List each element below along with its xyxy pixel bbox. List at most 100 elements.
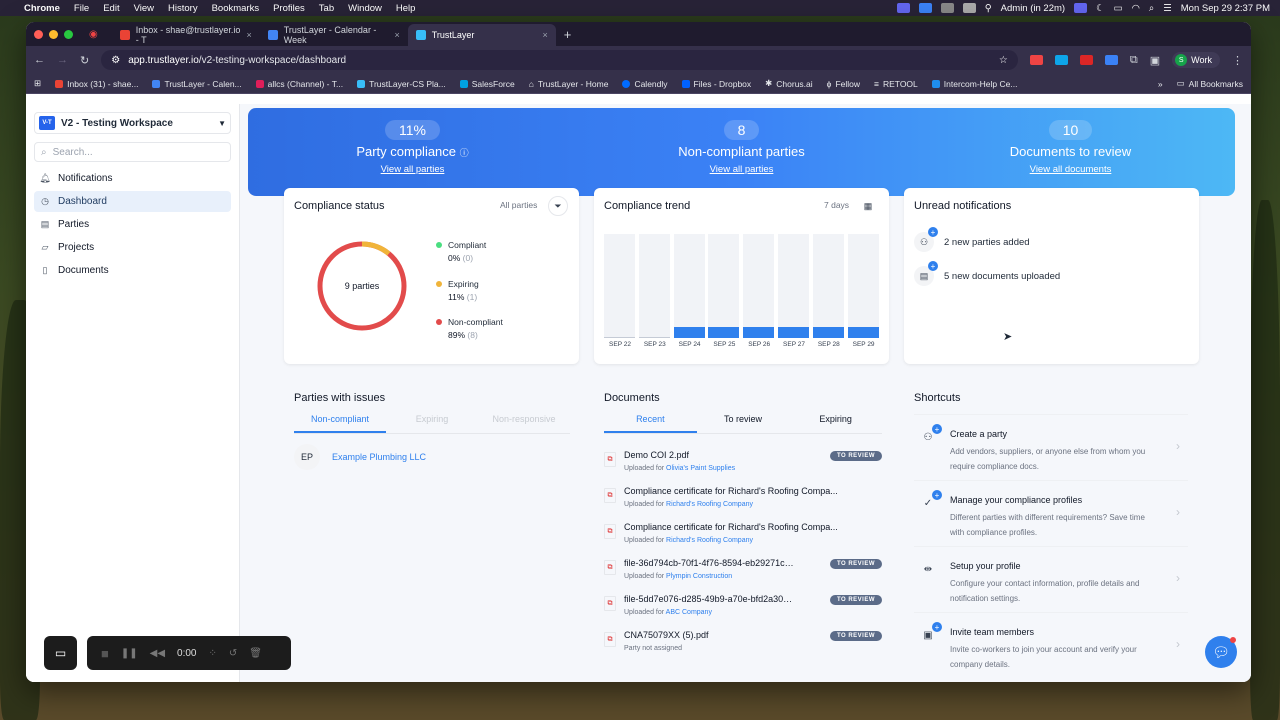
extensions-puzzle-icon[interactable]: ⧉ (1130, 54, 1138, 67)
bookmark-item[interactable]: ⌂ TrustLayer - Home (529, 79, 609, 89)
maximize-window-button[interactable] (64, 29, 73, 39)
close-window-button[interactable] (34, 29, 43, 39)
document-row[interactable]: ⧉ file-5dd7e076-d285-49b9-a70e-bfd2a30d6… (604, 594, 882, 630)
bookmark-item[interactable]: SalesForce (459, 79, 515, 89)
pause-icon[interactable]: ❚❚ (121, 648, 138, 659)
menu-history[interactable]: History (168, 3, 198, 14)
admin-status-icon[interactable]: ⚲ (985, 3, 992, 14)
menu-bookmarks[interactable]: Bookmarks (212, 3, 260, 14)
document-row[interactable]: ⧉ Compliance certificate for Richard's R… (604, 522, 882, 558)
sidepanel-icon[interactable]: ▣ (1150, 54, 1160, 67)
trend-bar[interactable] (604, 337, 635, 338)
menu-tab[interactable]: Tab (319, 3, 334, 14)
trend-bar[interactable] (673, 326, 705, 338)
menu-view[interactable]: View (134, 3, 154, 14)
view-all-parties-link[interactable]: View all parties (248, 164, 577, 175)
menu-file[interactable]: File (74, 3, 89, 14)
site-info-icon[interactable]: ⚙ (111, 55, 120, 66)
tab-gmail[interactable]: Inbox - shae@trustlayer.io - T × (112, 24, 260, 46)
extension-icon[interactable] (1054, 55, 1068, 65)
document-party-link[interactable]: ABC Company (666, 609, 712, 616)
close-icon[interactable]: × (246, 30, 251, 40)
trend-bar[interactable] (778, 326, 809, 338)
close-icon[interactable]: × (542, 30, 547, 40)
minimize-window-button[interactable] (49, 29, 58, 39)
restart-icon[interactable]: ↺ (229, 648, 237, 659)
bookmark-item[interactable]: allcs (Channel) - T... (255, 79, 343, 89)
trash-icon[interactable]: 🗑︎ (249, 648, 262, 659)
search-icon[interactable]: ⌕ (1149, 3, 1154, 14)
stop-icon[interactable]: ■ (101, 646, 109, 661)
trend-bar[interactable] (743, 326, 775, 338)
menubar-app-name[interactable]: Chrome (24, 3, 60, 14)
trend-bar[interactable] (708, 326, 740, 338)
reload-icon[interactable]: ↻ (80, 54, 89, 67)
screen-share-icon[interactable] (896, 3, 910, 13)
tab-non-compliant[interactable]: Non-compliant (294, 414, 386, 433)
bookmark-star-icon[interactable]: ☆ (999, 55, 1008, 66)
control-center-icon[interactable]: ☰ (1163, 3, 1172, 14)
tab-non-responsive[interactable]: Non-responsive (478, 414, 570, 433)
document-party-link[interactable]: Richard's Roofing Company (666, 501, 753, 508)
view-all-parties-link[interactable]: View all parties (577, 164, 906, 175)
moon-icon[interactable]: ☾ (1096, 3, 1105, 14)
trend-bar[interactable] (638, 337, 670, 338)
status-icon[interactable] (940, 3, 954, 13)
bookmark-item[interactable]: ϕ Fellow (827, 79, 860, 89)
apps-grid-icon[interactable]: ⊞ (34, 78, 41, 89)
profile-button[interactable]: S Work (1172, 52, 1220, 68)
sidebar-item-documents[interactable]: ▯ Documents (34, 260, 231, 281)
more-bookmarks-icon[interactable]: » (1158, 79, 1163, 89)
window-icon[interactable] (1074, 3, 1088, 13)
notification-item[interactable]: ⚇ + 2 new parties added (914, 227, 1030, 252)
sidebar-item-dashboard[interactable]: ◷ Dashboard (34, 191, 231, 212)
bookmark-item[interactable]: TrustLayer-CS Pla... (357, 79, 446, 89)
close-icon[interactable]: × (394, 30, 399, 40)
chat-launcher-button[interactable]: 💬︎ (1205, 636, 1237, 668)
grid-icon[interactable]: ⁘ (208, 648, 216, 659)
forward-icon[interactable]: → (57, 54, 68, 66)
document-party-link[interactable]: Olivia's Paint Supplies (666, 465, 735, 472)
sidebar-item-notifications[interactable]: 🔔︎ Notifications (34, 168, 231, 189)
document-party-link[interactable]: Richard's Roofing Company (666, 537, 753, 544)
back-icon[interactable]: ← (34, 54, 45, 66)
tab-expiring[interactable]: Expiring (386, 414, 478, 433)
document-row[interactable]: ⧉ CNA75079XX (5).pdf Party not assigned … (604, 630, 882, 666)
new-tab-icon[interactable]: + (564, 27, 572, 42)
trend-bar[interactable] (812, 326, 844, 338)
document-row[interactable]: ⧉ Demo COI 2.pdf Uploaded for Olivia's P… (604, 450, 882, 486)
tab-recent[interactable]: Recent (604, 414, 697, 433)
all-bookmarks[interactable]: ▭ All Bookmarks (1177, 78, 1243, 89)
menu-help[interactable]: Help (396, 3, 416, 14)
menu-profiles[interactable]: Profiles (273, 3, 305, 14)
notification-item[interactable]: ▤ + 5 new documents uploaded (914, 261, 1060, 286)
bookmark-item[interactable]: Intercom-Help Ce... (931, 79, 1017, 89)
rewind-icon[interactable]: ◀◀ (150, 648, 165, 659)
bookmark-item[interactable]: Files - Dropbox (681, 79, 751, 89)
bookmark-item[interactable]: ✱ Chorus.ai (765, 78, 813, 89)
admin-status-text[interactable]: Admin (in 22m) (1001, 3, 1065, 14)
tab-calendar[interactable]: TrustLayer - Calendar - Week × (260, 24, 408, 46)
bookmark-item[interactable]: TrustLayer - Calen... (152, 79, 242, 89)
party-name-link[interactable]: Example Plumbing LLC (332, 452, 426, 462)
browser-menu-icon[interactable]: ⋮ (1232, 54, 1243, 67)
sidebar-item-projects[interactable]: ▱ Projects (34, 237, 231, 258)
search-input[interactable]: ⌕ Search... (34, 142, 231, 162)
menu-edit[interactable]: Edit (103, 3, 119, 14)
info-icon[interactable]: ⓘ (460, 148, 469, 158)
shortcut-compliance-profiles[interactable]: ✓ + Manage your compliance profiles Differ… (914, 480, 1188, 542)
zoom-icon[interactable] (918, 3, 932, 13)
status-icon[interactable] (962, 3, 976, 13)
workspace-selector[interactable]: V-T V2 - Testing Workspace ▼ (34, 112, 231, 134)
bookmark-item[interactable]: ≡ RETOOL (874, 79, 918, 89)
extension-icon[interactable] (1104, 55, 1118, 65)
document-party-link[interactable]: Plympin Construction (666, 573, 732, 580)
sidebar-item-parties[interactable]: ▤ Parties (34, 214, 231, 235)
trend-bar[interactable] (847, 326, 879, 338)
document-row[interactable]: ⧉ file-36d794cb-70f1-4f76-8594-eb29271c9… (604, 558, 882, 594)
filter-label[interactable]: All parties (500, 200, 537, 210)
camera-button[interactable]: ▭ (44, 636, 77, 670)
menu-window[interactable]: Window (348, 3, 382, 14)
battery-icon[interactable]: ▭ (1114, 3, 1123, 14)
bookmark-item[interactable]: Inbox (31) - shae... (55, 79, 138, 89)
